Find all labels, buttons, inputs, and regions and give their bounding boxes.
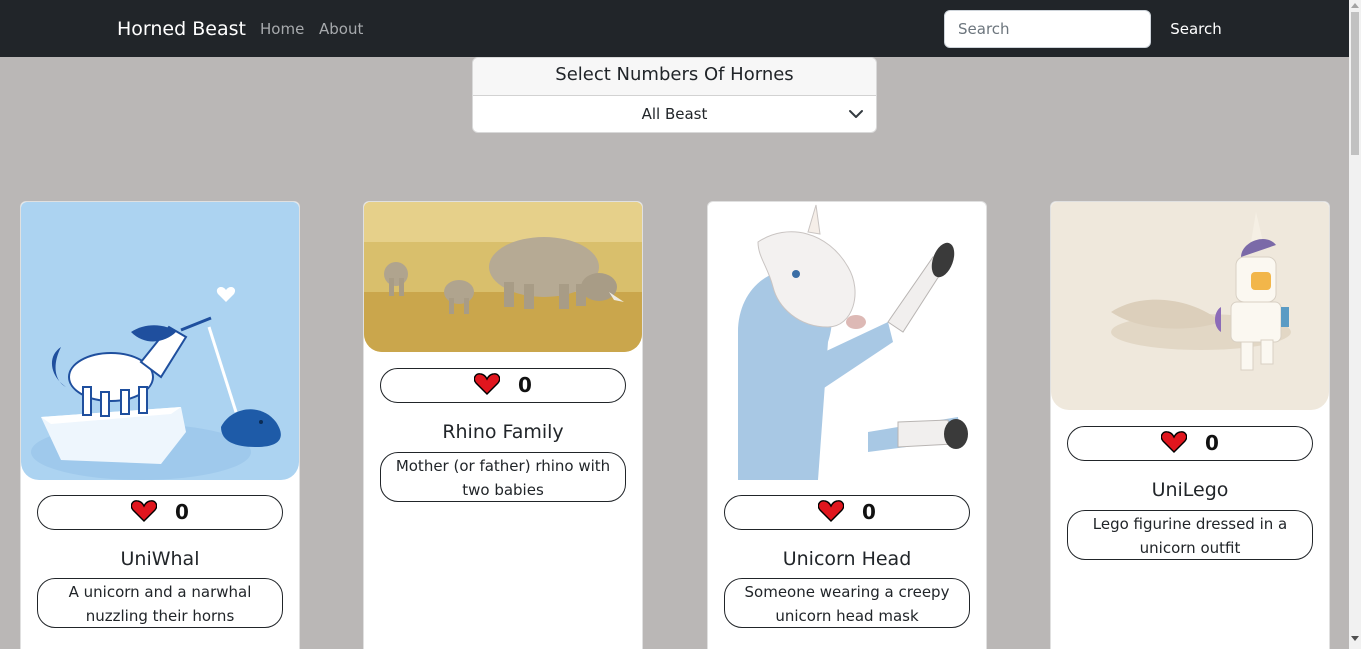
- page-scrollbar[interactable]: [1349, 0, 1361, 649]
- horns-select[interactable]: All Beast: [473, 96, 876, 132]
- beast-card: 0 Rhino Family Mother (or father) rhino …: [363, 201, 643, 649]
- beast-card: 0 UniLego Lego figurine dressed in a uni…: [1050, 201, 1330, 649]
- card-description: Lego figurine dressed in a unicorn outfi…: [1067, 510, 1313, 560]
- card-title: Unicorn Head: [782, 548, 912, 570]
- card-description: Mother (or father) rhino with two babies: [380, 452, 626, 502]
- like-count: 0: [518, 373, 532, 397]
- like-button[interactable]: 0: [1067, 426, 1313, 461]
- heart-icon: [131, 500, 158, 522]
- nav-link-about[interactable]: About: [319, 20, 363, 38]
- filter-title: Select Numbers Of Hornes: [473, 58, 876, 96]
- like-button[interactable]: 0: [37, 495, 283, 530]
- scroll-down-arrow-icon[interactable]: [1351, 636, 1359, 641]
- card-title: UniWhal: [120, 548, 200, 570]
- scroll-up-arrow-icon[interactable]: [1351, 3, 1359, 8]
- card-title: UniLego: [1151, 479, 1229, 501]
- scroll-thumb[interactable]: [1351, 12, 1359, 155]
- search-button[interactable]: Search: [1160, 10, 1232, 48]
- like-count: 0: [175, 500, 189, 524]
- like-count: 0: [1205, 431, 1219, 455]
- navbar: Horned Beast Home About Search: [0, 0, 1349, 57]
- heart-icon: [1161, 431, 1188, 453]
- horns-select-value: All Beast: [641, 105, 708, 123]
- beast-card: 0 Unicorn Head Someone wearing a creepy …: [707, 201, 987, 649]
- horns-filter-card: Select Numbers Of Hornes All Beast: [472, 57, 877, 133]
- heart-icon: [474, 373, 501, 395]
- brand-title[interactable]: Horned Beast: [117, 18, 246, 40]
- heart-icon: [818, 500, 845, 522]
- card-description: A unicorn and a narwhal nuzzling their h…: [37, 578, 283, 628]
- beast-image[interactable]: [21, 202, 299, 480]
- beast-image[interactable]: [1051, 202, 1329, 410]
- card-title: Rhino Family: [442, 421, 564, 443]
- beast-image[interactable]: [364, 202, 642, 352]
- nav-link-home[interactable]: Home: [260, 20, 304, 38]
- chevron-down-icon: [849, 110, 863, 118]
- search-input[interactable]: [944, 10, 1151, 48]
- like-count: 0: [862, 500, 876, 524]
- like-button[interactable]: 0: [724, 495, 970, 530]
- beast-image[interactable]: [708, 202, 986, 480]
- like-button[interactable]: 0: [380, 368, 626, 403]
- card-description: Someone wearing a creepy unicorn head ma…: [724, 578, 970, 628]
- beast-card: 0 UniWhal A unicorn and a narwhal nuzzli…: [20, 201, 300, 649]
